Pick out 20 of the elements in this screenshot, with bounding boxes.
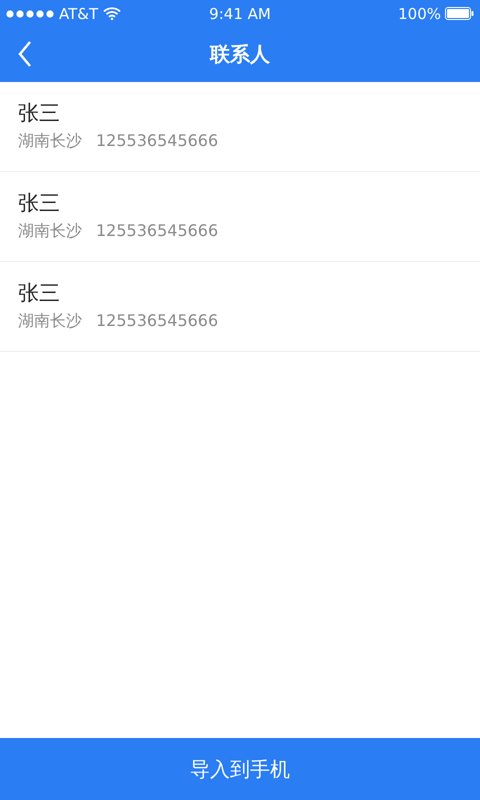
- contact-name: 张三: [18, 190, 60, 217]
- contact-phone: 125536545666: [96, 131, 218, 152]
- wifi-icon: [103, 7, 122, 20]
- contact-location: 湖南长沙: [18, 221, 82, 242]
- clock-time: 9:41 AM: [209, 4, 271, 22]
- contact-row[interactable]: 张三 湖南长沙 125536545666: [0, 172, 480, 262]
- contact-row[interactable]: 张三 湖南长沙 125536545666: [0, 262, 480, 352]
- carrier-name: AT&T: [59, 4, 98, 22]
- contact-row[interactable]: 张三 湖南长沙 125536545666: [0, 82, 480, 172]
- import-to-phone-button[interactable]: 导入到手机: [0, 738, 480, 800]
- contact-phone: 125536545666: [96, 221, 218, 242]
- contact-location: 湖南长沙: [18, 311, 82, 332]
- contact-name: 张三: [18, 100, 60, 127]
- battery-percent: 100%: [398, 4, 441, 22]
- signal-icon: [6, 10, 54, 18]
- page-title: 联系人: [210, 41, 270, 68]
- contact-location: 湖南长沙: [18, 131, 82, 152]
- contact-phone: 125536545666: [96, 311, 218, 332]
- battery-icon: [445, 7, 474, 20]
- contact-name: 张三: [18, 280, 60, 307]
